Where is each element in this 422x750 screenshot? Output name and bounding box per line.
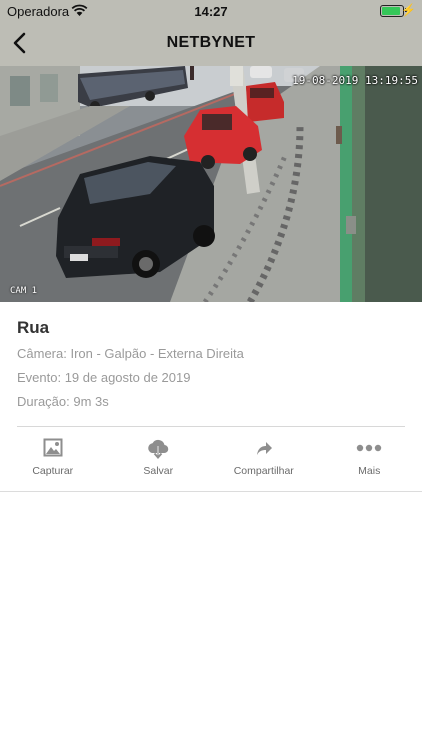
event-duration: Duração: 9m 3s [17, 394, 109, 409]
event-details: Rua Câmera: Iron - Galpão - Externa Dire… [17, 318, 405, 418]
clock: 14:27 [194, 4, 228, 19]
top-bar: Operadora 14:27 ⚡ NETBYNET [0, 0, 422, 66]
share-label: Compartilhar [233, 465, 294, 477]
divider [0, 491, 422, 492]
share-button[interactable]: Compartilhar [211, 432, 317, 488]
camera-label: CAM 1 [10, 286, 38, 296]
capture-button[interactable]: Capturar [0, 432, 106, 488]
video-player[interactable]: 19-08-2019 13:19:55 CAM 1 [0, 66, 422, 302]
event-title: Rua [17, 318, 50, 337]
charging-icon: ⚡ [401, 3, 416, 17]
save-label: Salvar [143, 465, 174, 477]
cloud-download-icon [148, 439, 169, 460]
video-timestamp: 19-08-2019 13:19:55 [292, 74, 418, 87]
more-label: Mais [358, 465, 381, 477]
camera-frame [0, 66, 422, 302]
more-dots-icon [357, 444, 382, 452]
battery-fill [382, 7, 400, 15]
divider [17, 426, 405, 427]
camera-name: Câmera: Iron - Galpão - Externa Direita [17, 346, 244, 361]
action-bar: Capturar Salvar Compartilhar Mais [0, 432, 422, 488]
page-title: NETBYNET [166, 34, 256, 51]
share-icon [256, 442, 272, 455]
image-icon [43, 438, 63, 457]
save-button[interactable]: Salvar [106, 432, 212, 488]
capture-label: Capturar [32, 465, 74, 477]
status-bar: Operadora 14:27 ⚡ [0, 0, 422, 22]
event-date: Evento: 19 de agosto de 2019 [17, 370, 191, 385]
more-button[interactable]: Mais [317, 432, 422, 488]
